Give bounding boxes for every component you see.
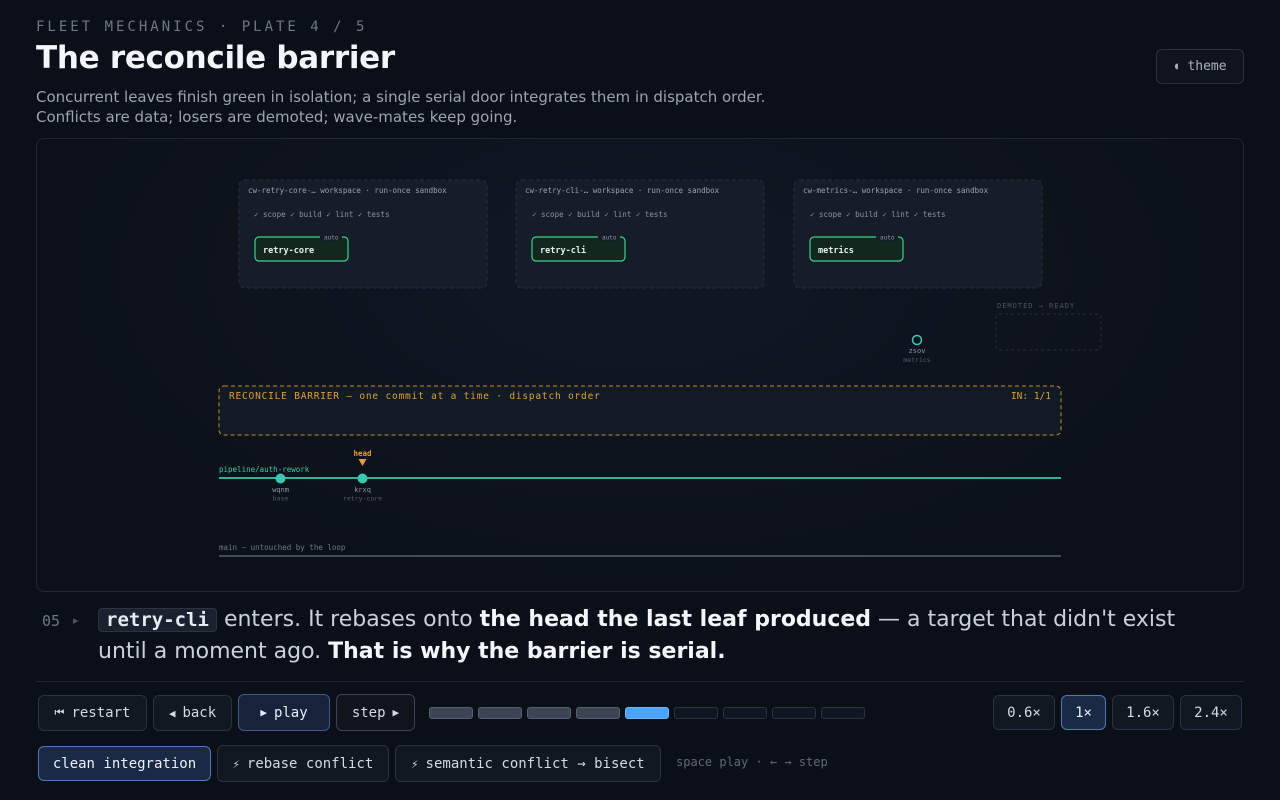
pipeline-diagram: cw-retry-core-… workspace · run-once san… — [218, 179, 1102, 557]
demoted-zone — [995, 313, 1102, 351]
speed-option-label: 1.6× — [1126, 704, 1160, 721]
auto-badge: auto — [602, 235, 617, 242]
barrier-label: RECONCILE BARRIER — one commit at a time… — [229, 391, 601, 402]
back-icon: ◀ — [168, 706, 176, 720]
theme-button-label: theme — [1187, 59, 1227, 74]
step-progress — [429, 707, 865, 719]
scenario-label: clean integration — [52, 755, 197, 772]
play-button[interactable]: ▶ play — [238, 694, 330, 731]
leaf-label: retry-cli — [540, 245, 586, 256]
commit-id: wqnm — [272, 486, 289, 494]
play-icon: ▶ — [260, 706, 267, 719]
plate-eyebrow: FLEET MECHANICS · PLATE 4 / 5 — [36, 19, 368, 35]
theme-toggle-button[interactable]: ◖ theme — [1156, 49, 1244, 84]
speed-option-button[interactable]: 2.4× — [1180, 695, 1242, 730]
workspace-checks: ✓ scope ✓ build ✓ lint ✓ tests — [810, 210, 945, 219]
step-number: 05 — [42, 612, 61, 630]
floating-commit-node[interactable] — [911, 334, 923, 346]
commit-sub: retry-core — [343, 495, 382, 503]
floating-commit-sub: metrics — [903, 356, 930, 364]
scenario-rebase-conflict[interactable]: ⚡ rebase conflict — [217, 745, 389, 782]
commit-sub: base — [273, 495, 289, 503]
auto-badge: auto — [880, 235, 895, 242]
workspace-metrics: cw-metrics-… workspace · run-once sandbo… — [793, 179, 1043, 289]
step-label: step — [351, 704, 386, 721]
lightning-icon: ⚡ — [411, 756, 419, 771]
page-title: The reconcile barrier — [36, 40, 395, 76]
demoted-label: DEMOTED → READY — [997, 302, 1075, 310]
back-button[interactable]: ◀ back — [153, 695, 232, 731]
step-icon: ▶ — [392, 706, 400, 719]
step-narration: retry-cli enters. It rebases onto the he… — [98, 604, 1218, 667]
progress-segment[interactable] — [429, 707, 473, 719]
workspace-checks: ✓ scope ✓ build ✓ lint ✓ tests — [254, 210, 389, 219]
speed-option-button[interactable]: 1.6× — [1112, 695, 1174, 730]
restart-label: restart — [71, 705, 131, 721]
scenario-label: rebase conflict — [246, 755, 374, 772]
workspace-header: cw-metrics-… workspace · run-once sandbo… — [803, 186, 989, 195]
progress-segment[interactable] — [821, 707, 865, 719]
step-marker-icon: ▸ — [73, 614, 79, 627]
page-subtitle: Concurrent leaves finish green in isolat… — [36, 88, 766, 126]
step-button[interactable]: step ▶ — [336, 694, 415, 731]
main-label: main — untouched by the loop — [219, 543, 346, 552]
progress-segment[interactable] — [625, 707, 669, 719]
commit-node[interactable] — [357, 473, 368, 484]
progress-segment[interactable] — [478, 707, 522, 719]
speed-option-button[interactable]: 0.6× — [993, 695, 1055, 730]
diagram-stage: cw-retry-core-… workspace · run-once san… — [36, 138, 1244, 592]
workspace-header: cw-retry-cli-… workspace · run-once sand… — [525, 186, 720, 195]
restart-button[interactable]: ⏮ restart — [38, 695, 147, 731]
commit-node[interactable] — [275, 473, 286, 484]
narration-emphasis: the head the last leaf produced — [479, 607, 872, 632]
floating-commit-id: zsov — [909, 347, 926, 355]
branch-label: pipeline/auth-rework — [219, 465, 310, 474]
leaf-label: metrics — [818, 245, 854, 256]
play-label: play — [273, 704, 308, 721]
auto-badge: auto — [324, 235, 339, 242]
half-moon-icon: ◖ — [1173, 61, 1180, 72]
lightning-icon: ⚡ — [232, 756, 240, 771]
scenario-semantic-conflict[interactable]: ⚡ semantic conflict → bisect — [395, 745, 661, 782]
workspace-retry-cli: cw-retry-cli-… workspace · run-once sand… — [515, 179, 765, 289]
speed-option-button[interactable]: 1× — [1061, 695, 1106, 730]
restart-icon: ⏮ — [54, 706, 65, 719]
keyboard-hint: space play · ← → step — [676, 755, 828, 769]
progress-segment[interactable] — [772, 707, 816, 719]
speed-option-label: 0.6× — [1007, 704, 1041, 721]
workspace-retry-core: cw-retry-core-… workspace · run-once san… — [238, 179, 488, 289]
scenario-label: semantic conflict → bisect — [425, 755, 645, 772]
progress-segment[interactable] — [576, 707, 620, 719]
barrier-counter: IN: 1/1 — [1011, 391, 1051, 402]
progress-segment[interactable] — [674, 707, 718, 719]
commit-id: krxq — [354, 486, 371, 494]
narration-text: enters. It rebases onto — [216, 607, 480, 632]
speed-option-label: 2.4× — [1194, 704, 1228, 721]
workspace-header: cw-retry-core-… workspace · run-once san… — [248, 186, 447, 195]
progress-segment[interactable] — [723, 707, 767, 719]
divider — [36, 681, 1244, 682]
back-label: back — [182, 705, 217, 721]
speed-option-label: 1× — [1075, 704, 1092, 721]
workspace-checks: ✓ scope ✓ build ✓ lint ✓ tests — [532, 210, 667, 219]
head-pointer-icon — [358, 459, 367, 466]
narration-emphasis: That is why the barrier is serial. — [328, 639, 726, 664]
progress-segment[interactable] — [527, 707, 571, 719]
leaf-code-chip: retry-cli — [98, 608, 217, 632]
leaf-label: retry-core — [263, 246, 314, 256]
scenario-clean-integration[interactable]: clean integration — [38, 746, 211, 781]
head-label: head — [353, 449, 371, 458]
